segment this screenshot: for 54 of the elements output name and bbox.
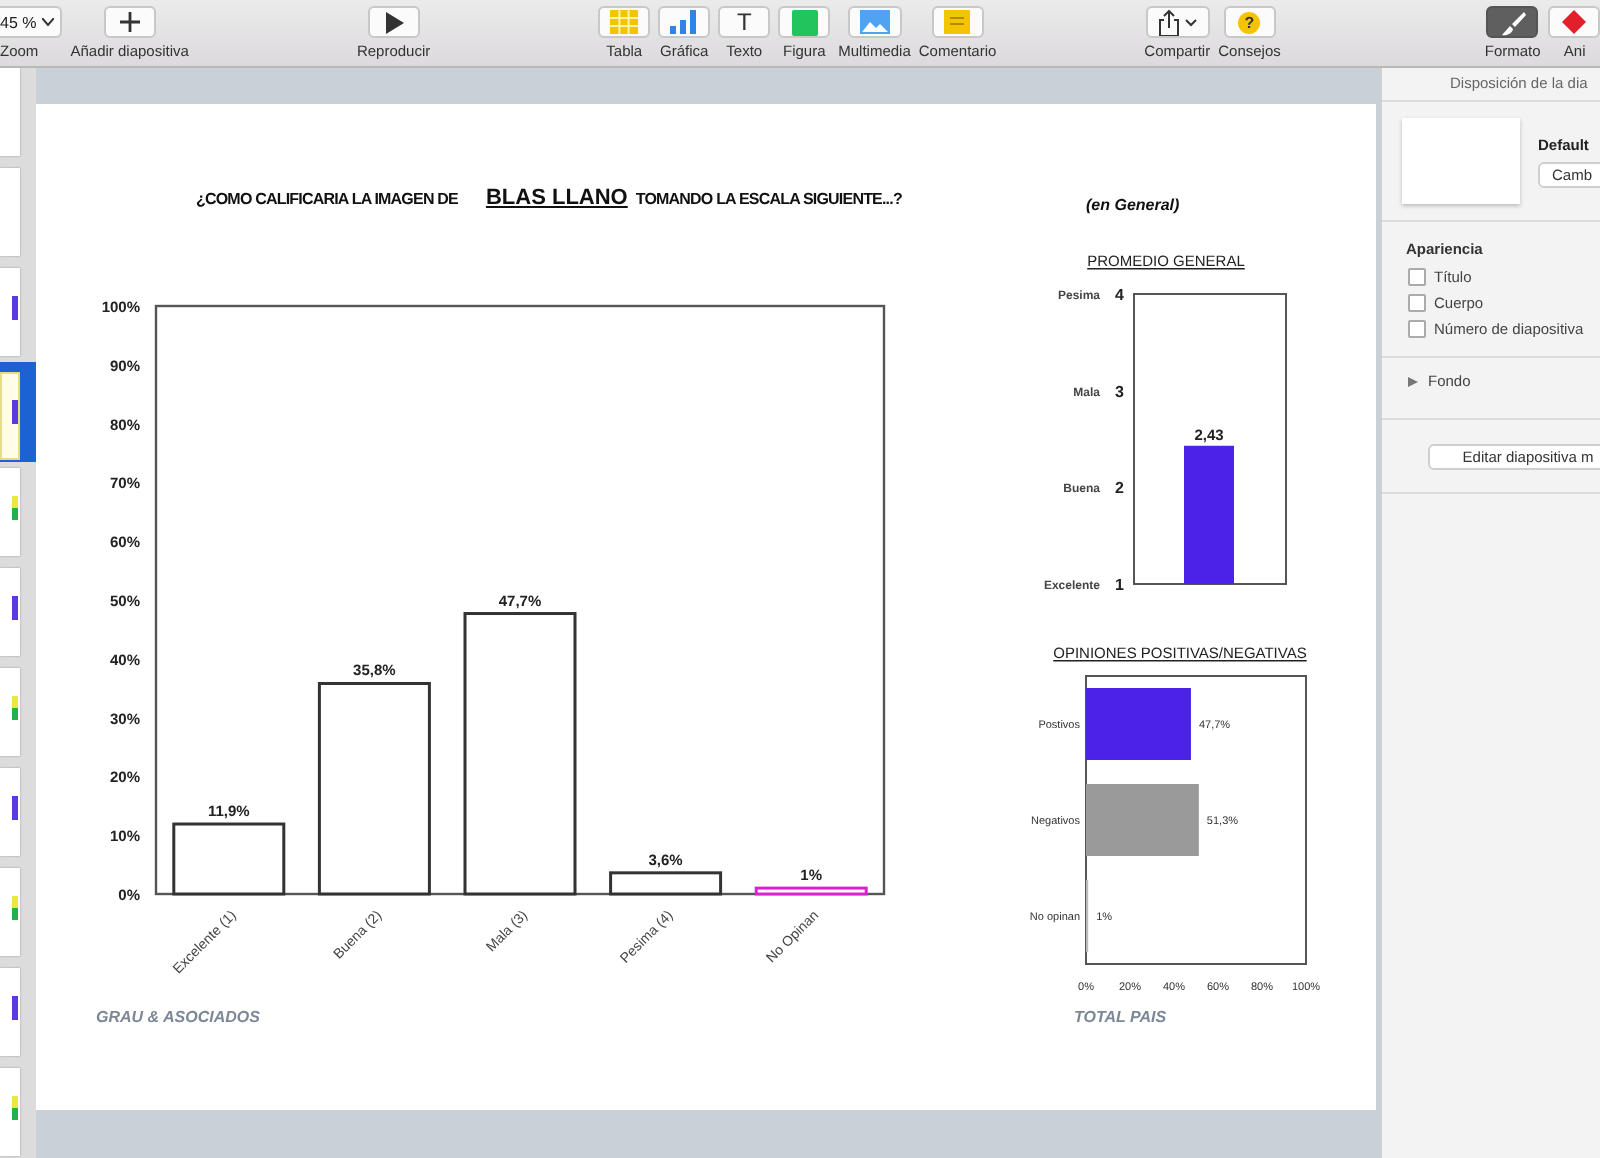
bar [754, 886, 868, 896]
paintbrush-icon [1499, 9, 1526, 35]
picture-icon [859, 10, 890, 34]
slide-thumbnail[interactable] [0, 568, 20, 656]
slide-title: ¿COMO CALIFICARIA LA IMAGEN DE BLAS LLANO TOMANDO LA ESCALA SIGUIENTE...? [196, 186, 902, 210]
slide-thumbnail[interactable] [0, 668, 20, 756]
diamond-icon [1562, 10, 1587, 34]
checkbox[interactable] [1408, 320, 1426, 338]
play-icon [383, 11, 404, 33]
add-button[interactable] [103, 6, 156, 38]
slide-thumbnail[interactable] [0, 868, 20, 956]
axis-tick-label: 1 [1115, 576, 1124, 594]
share-button[interactable] [1145, 6, 1210, 38]
title-qualifier: (en General) [1086, 196, 1180, 214]
footer-text: TOTAL PAIS [1074, 1008, 1167, 1026]
checkbox[interactable] [1408, 294, 1426, 312]
text-icon: T [736, 10, 752, 34]
slide-thumbnail[interactable] [0, 68, 20, 156]
tips-button[interactable]: ? [1223, 6, 1276, 38]
question-icon: ? [1238, 11, 1261, 33]
caret-icon [42, 18, 55, 26]
bar [609, 871, 723, 896]
shape-button[interactable] [778, 6, 831, 38]
slide-thumbnail[interactable] [0, 468, 20, 556]
share-icon [1157, 9, 1198, 35]
slide-thumbnail[interactable] [0, 168, 20, 256]
media-button[interactable] [847, 6, 902, 38]
format-button[interactable] [1486, 6, 1539, 38]
play-button[interactable] [367, 6, 420, 38]
plus-icon [117, 10, 142, 34]
animate-button[interactable] [1548, 6, 1600, 38]
bar [1086, 784, 1199, 856]
comment-button[interactable] [931, 6, 984, 38]
axis-tick-label: 2 [1115, 479, 1124, 498]
bar-chart-icon [670, 10, 699, 34]
slide-thumbnail[interactable] [0, 268, 20, 356]
text-button[interactable]: T [718, 6, 771, 38]
note-icon [944, 10, 971, 34]
checkbox[interactable] [1408, 268, 1426, 286]
footer-text: GRAU & ASOCIADOS [96, 1008, 260, 1026]
square-icon [791, 9, 818, 35]
slide-thumbnail[interactable] [0, 1068, 20, 1156]
chart-button[interactable] [658, 6, 711, 38]
bar [1184, 445, 1234, 584]
bar [1086, 688, 1191, 760]
slide-thumbnail[interactable] [0, 768, 20, 856]
slide-thumbnail[interactable] [0, 372, 20, 460]
axis-tick-label: 3 [1115, 382, 1124, 401]
table-icon [610, 10, 639, 34]
axis-tick-label: 4 [1115, 286, 1124, 304]
table-button[interactable] [598, 6, 651, 38]
bar [172, 822, 286, 896]
slide-thumbnail[interactable] [0, 968, 20, 1056]
zoom-dropdown[interactable]: 45 % [0, 6, 63, 38]
